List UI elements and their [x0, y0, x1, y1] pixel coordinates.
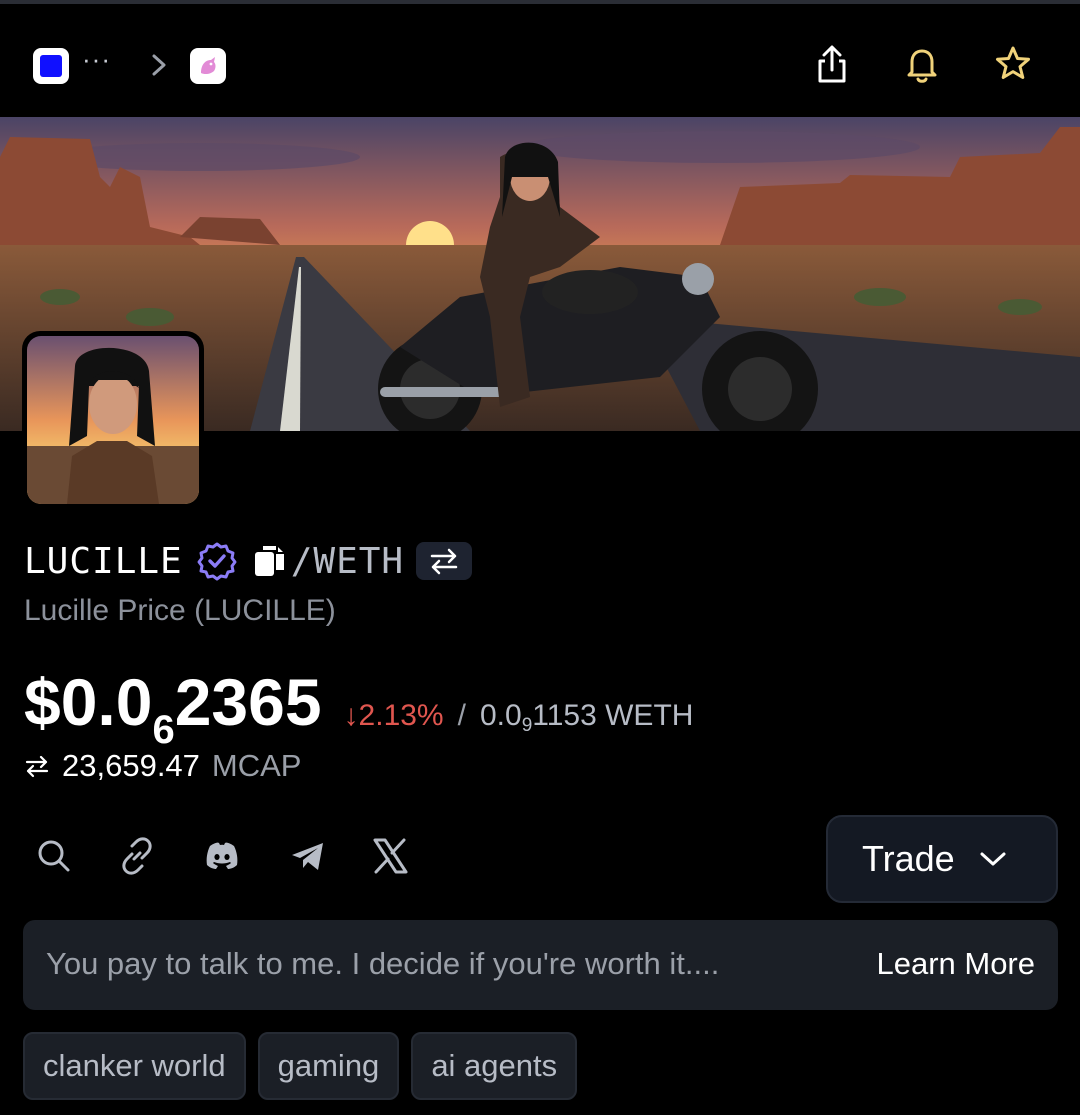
mcap-label: MCAP	[211, 748, 302, 783]
unicorn-app-icon[interactable]	[190, 48, 226, 84]
token-avatar	[22, 331, 204, 509]
x-icon[interactable]	[370, 836, 410, 876]
mcap-value: 23,659.47	[62, 748, 200, 783]
token-pair: /WETH	[290, 540, 405, 582]
swap-icon	[430, 548, 458, 575]
link-icon[interactable]	[117, 836, 157, 876]
tag-ai-agents[interactable]: ai agents	[411, 1032, 578, 1100]
trade-label: Trade	[862, 838, 955, 879]
token-ticker: LUCILLE	[24, 540, 183, 582]
breadcrumb-more-icon[interactable]: ···	[82, 44, 111, 75]
swap-icon	[25, 755, 49, 778]
mcap-row: 23,659.47 MCAP	[24, 748, 302, 784]
top-bar: ···	[0, 4, 1080, 116]
weth-price: 0.091153 WETH	[479, 699, 694, 736]
copy-icon[interactable]	[253, 543, 287, 579]
bell-icon[interactable]	[900, 42, 944, 86]
down-arrow-icon: ↓	[343, 699, 359, 732]
verified-badge-icon	[197, 542, 237, 581]
learn-more-link[interactable]: Learn More	[876, 946, 1035, 982]
token-title-row: LUCILLE /WETH	[24, 536, 473, 586]
tag-clanker-world[interactable]: clanker world	[23, 1032, 246, 1100]
description-text: You pay to talk to me. I decide if you'r…	[46, 946, 720, 981]
tag-gaming[interactable]: gaming	[257, 1032, 400, 1100]
price-row: $0.062365 ↓ 2.13% / 0.091153 WETH	[24, 664, 694, 752]
token-full-name: Lucille Price (LUCILLE)	[24, 594, 336, 627]
price-change: ↓ 2.13%	[343, 699, 444, 732]
tag-list: clanker world gaming ai agents	[23, 1032, 578, 1100]
share-icon[interactable]	[810, 42, 854, 86]
telegram-icon[interactable]	[288, 836, 328, 876]
trade-button[interactable]: Trade	[826, 815, 1058, 903]
app-square-icon[interactable]	[33, 48, 69, 84]
price-separator: /	[457, 699, 466, 732]
star-icon[interactable]	[991, 42, 1035, 86]
chevron-down-icon	[980, 852, 1006, 866]
search-icon[interactable]	[34, 836, 74, 876]
description-banner: You pay to talk to me. I decide if you'r…	[23, 920, 1058, 1010]
token-price: $0.062365	[24, 665, 322, 752]
swap-pair-button[interactable]	[416, 542, 473, 580]
chevron-right-icon	[152, 54, 166, 76]
discord-icon[interactable]	[202, 836, 242, 876]
